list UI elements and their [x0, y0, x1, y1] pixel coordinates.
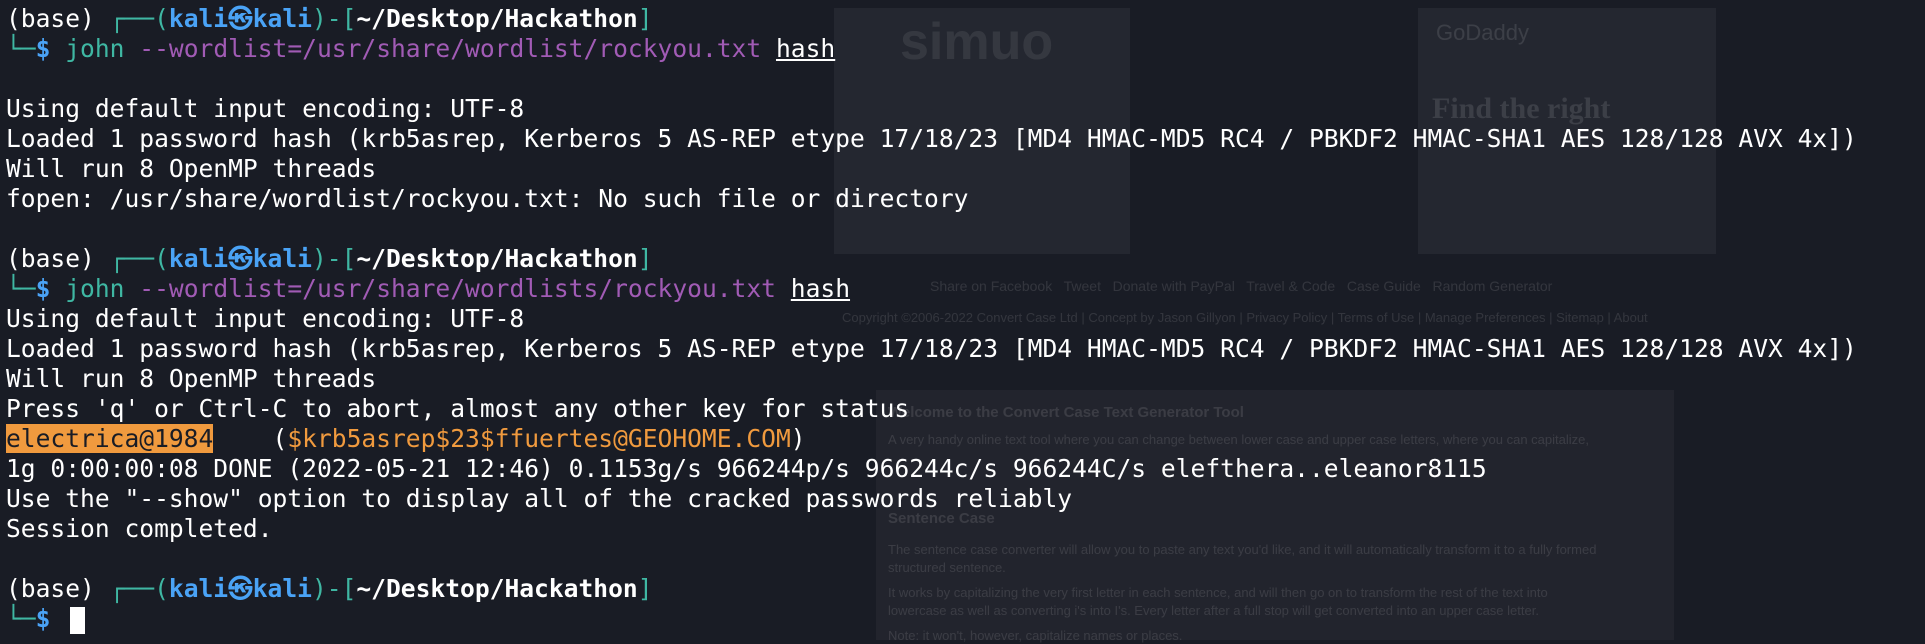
- prompt-line: (base) ┌──(kali㉿kali)-[~/Desktop/Hackath…: [6, 244, 1925, 274]
- cracked-principal: $krb5asrep$23$ffuertes@GEOHOME.COM: [287, 424, 791, 453]
- cracked-result-line: electrica@1984 ($krb5asrep$23$ffuertes@G…: [6, 424, 1925, 454]
- command-line: └─$ john --wordlist=/usr/share/wordlists…: [6, 274, 1925, 304]
- prompt-dollar: $: [35, 34, 66, 63]
- prompt-frame-mid: )-[: [311, 4, 357, 33]
- command-option: --wordlist=/usr/share/wordlists/rockyou.…: [124, 274, 791, 303]
- output-line: 1g 0:00:00:08 DONE (2022-05-21 12:46) 0.…: [6, 454, 1487, 483]
- output-line: Using default input encoding: UTF-8: [6, 94, 525, 123]
- output-line: Loaded 1 password hash (krb5asrep, Kerbe…: [6, 124, 1857, 153]
- prompt-line: (base) ┌──(kali㉿kali)-[~/Desktop/Hackath…: [6, 4, 1925, 34]
- prompt-env: (base): [6, 4, 110, 33]
- cracked-gap: (: [213, 424, 288, 453]
- prompt-user: kali㉿kali: [168, 574, 312, 603]
- command-program: john: [65, 274, 125, 303]
- prompt-user: kali㉿kali: [168, 244, 312, 273]
- output-line: Will run 8 OpenMP threads: [6, 154, 377, 183]
- output-line: Use the "--show" option to display all o…: [6, 484, 1073, 513]
- command-program: john: [65, 34, 125, 63]
- prompt-path: ~/Desktop/Hackathon: [356, 4, 638, 33]
- prompt-frame-open: ┌──(: [109, 574, 169, 603]
- prompt-env: (base): [6, 244, 110, 273]
- command-option: --wordlist=/usr/share/wordlist/rockyou.t…: [124, 34, 776, 63]
- command-arg-file[interactable]: hash: [776, 34, 835, 63]
- cursor-block[interactable]: [70, 606, 86, 634]
- output-line: Using default input encoding: UTF-8: [6, 304, 525, 333]
- prompt-frame-close: ]: [637, 4, 653, 33]
- prompt-frame-mid: )-[: [311, 244, 357, 273]
- cracked-close: ): [790, 424, 806, 453]
- command-arg-file[interactable]: hash: [791, 274, 850, 303]
- prompt-path: ~/Desktop/Hackathon: [356, 244, 638, 273]
- command-line: └─$ john --wordlist=/usr/share/wordlist/…: [6, 34, 1925, 64]
- output-line: Session completed.: [6, 514, 273, 543]
- prompt-corner: └─: [6, 604, 36, 633]
- prompt-user: kali㉿kali: [168, 4, 312, 33]
- prompt-corner: └─: [6, 34, 36, 63]
- prompt-dollar: $: [35, 604, 66, 633]
- output-line: Will run 8 OpenMP threads: [6, 364, 377, 393]
- prompt-dollar: $: [35, 274, 66, 303]
- error-line: fopen: /usr/share/wordlist/rockyou.txt: …: [6, 184, 969, 213]
- prompt-corner: └─: [6, 274, 36, 303]
- terminal-output[interactable]: (base) ┌──(kali㉿kali)-[~/Desktop/Hackath…: [6, 4, 1925, 634]
- prompt-frame-close: ]: [637, 574, 653, 603]
- output-line: Loaded 1 password hash (krb5asrep, Kerbe…: [6, 334, 1857, 363]
- prompt-frame-close: ]: [637, 244, 653, 273]
- command-line[interactable]: └─$: [6, 604, 1925, 634]
- prompt-frame-open: ┌──(: [109, 244, 169, 273]
- output-line: Press 'q' or Ctrl-C to abort, almost any…: [6, 394, 910, 423]
- prompt-frame-open: ┌──(: [109, 4, 169, 33]
- prompt-env: (base): [6, 574, 110, 603]
- prompt-frame-mid: )-[: [311, 574, 357, 603]
- prompt-line: (base) ┌──(kali㉿kali)-[~/Desktop/Hackath…: [6, 574, 1925, 604]
- cracked-password: electrica@1984: [6, 424, 214, 453]
- prompt-path: ~/Desktop/Hackathon: [356, 574, 638, 603]
